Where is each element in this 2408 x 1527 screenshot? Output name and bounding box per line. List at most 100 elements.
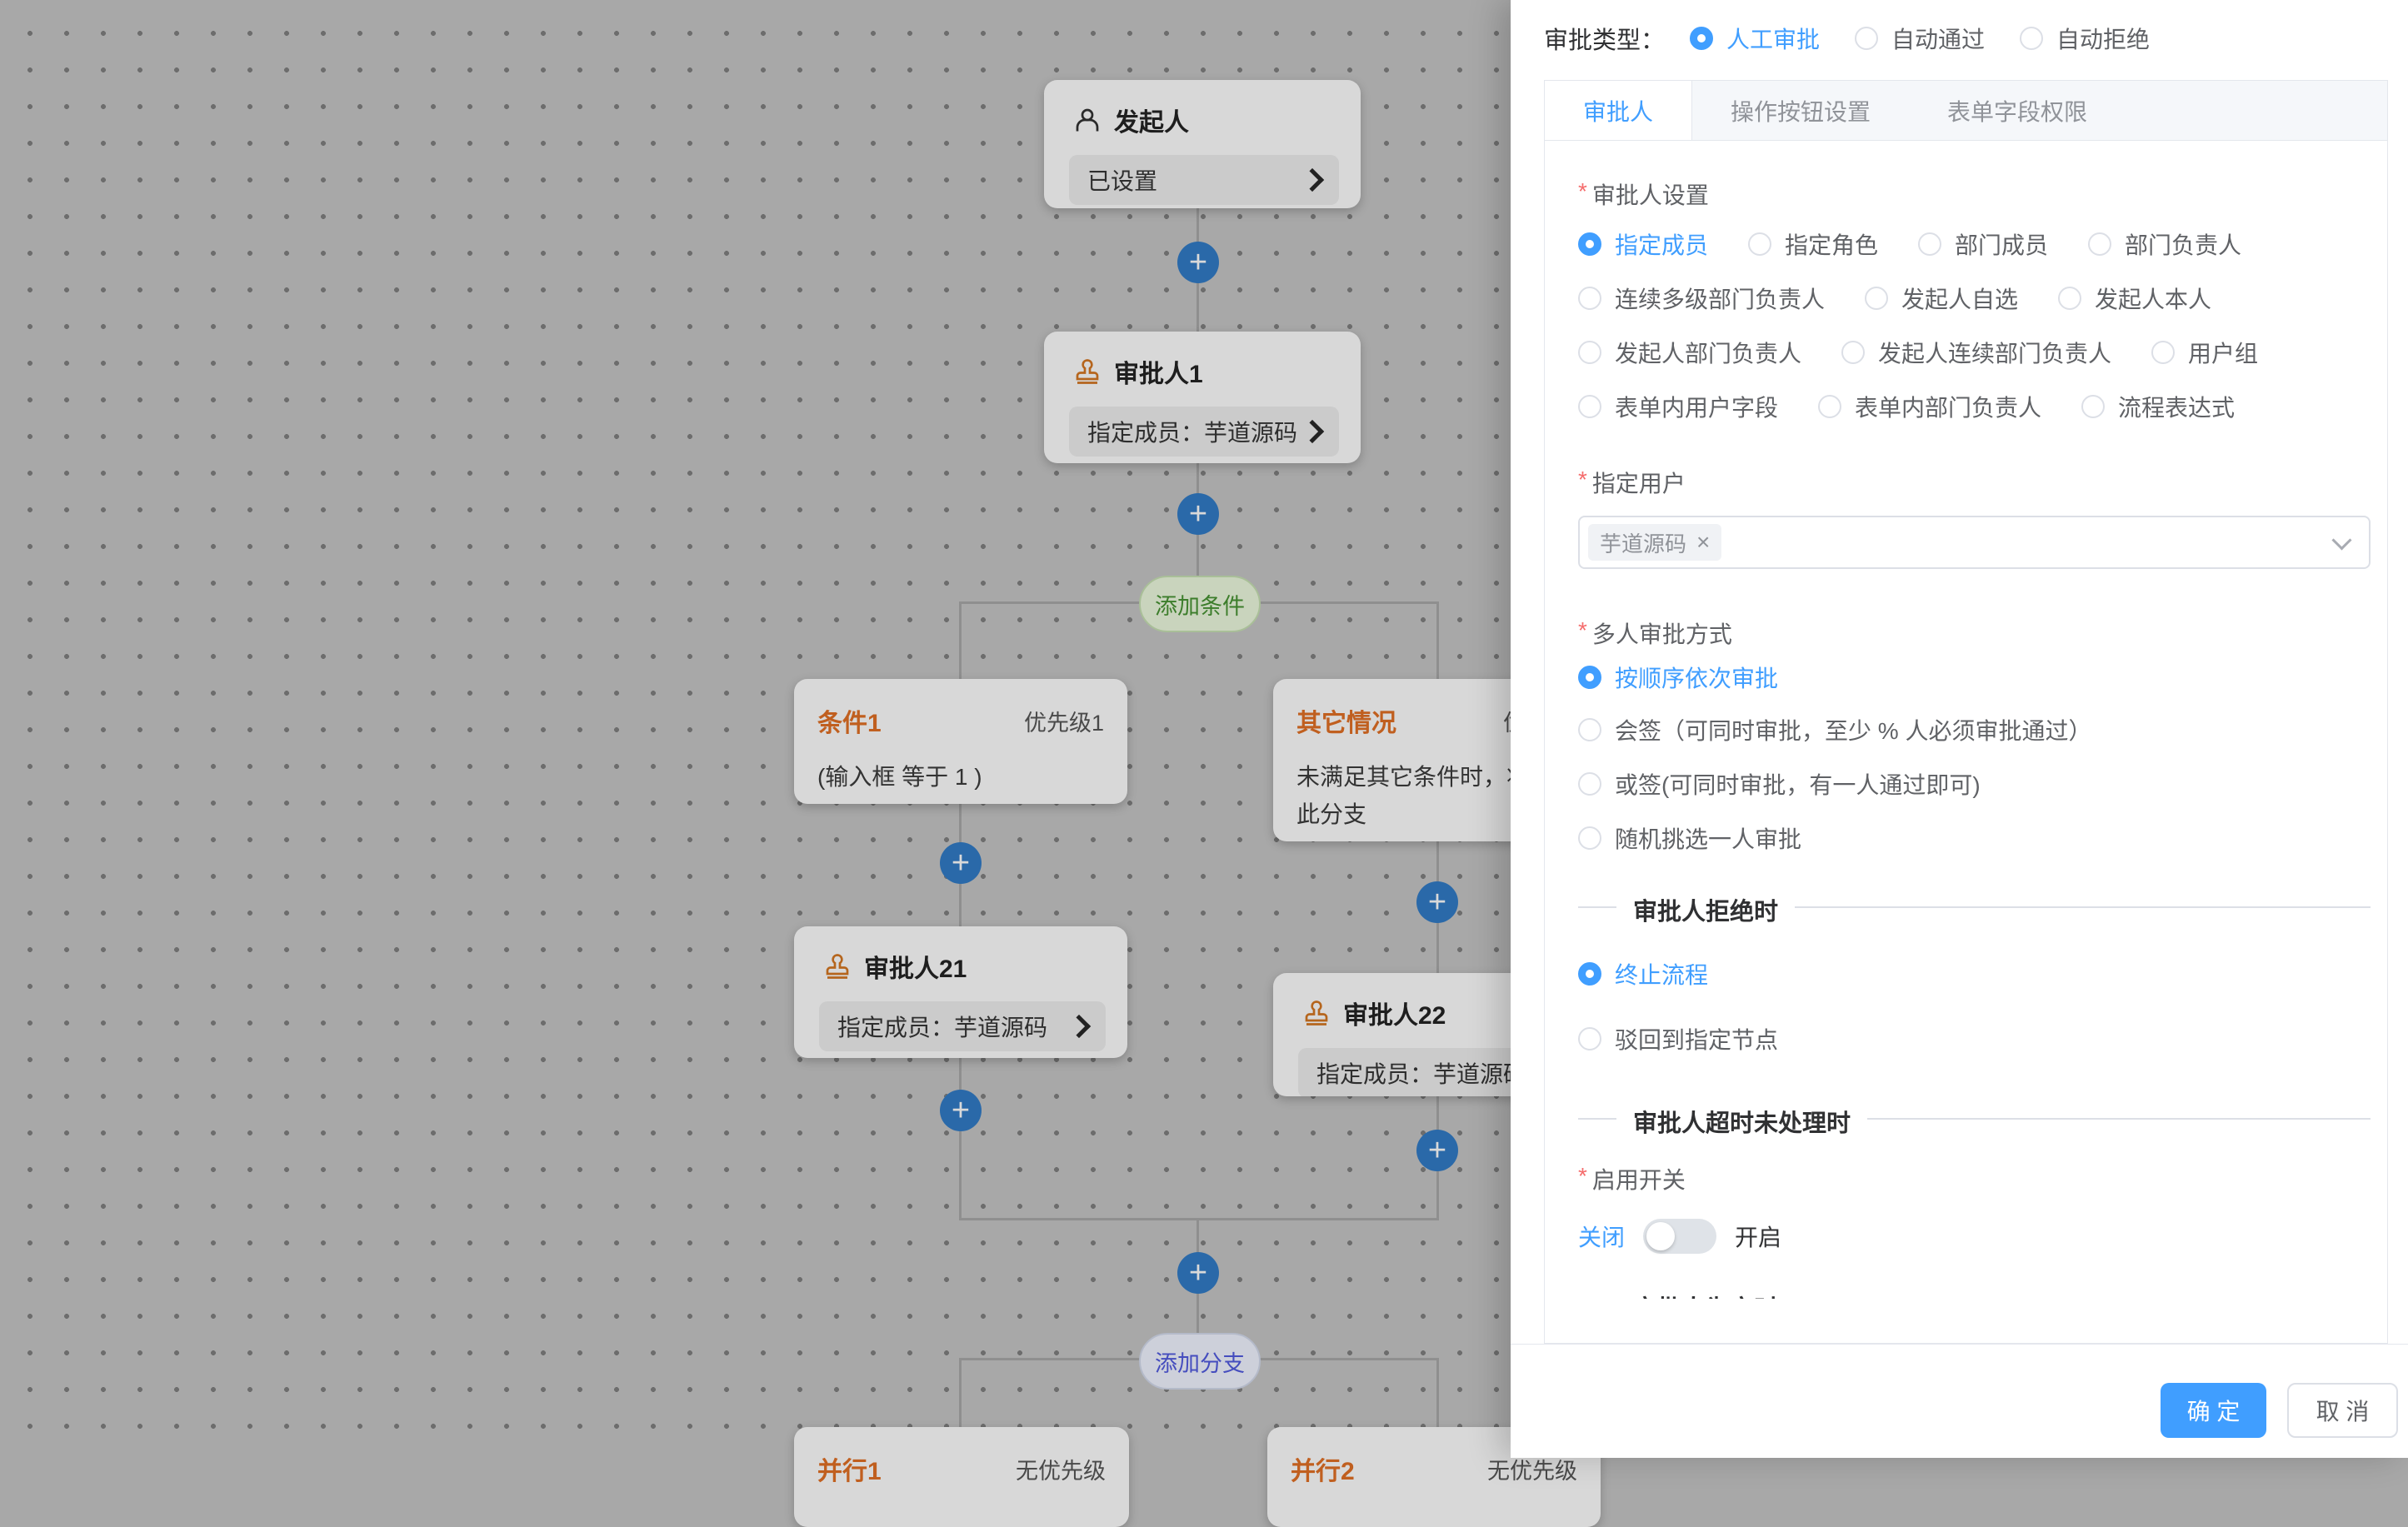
radio-option[interactable]: 发起人连续部门负责人	[1841, 336, 2111, 369]
radio-icon[interactable]	[2058, 287, 2081, 310]
node-title: 审批人22	[1343, 995, 1446, 1031]
radio-option[interactable]: 发起人部门负责人	[1578, 336, 1801, 369]
radio-icon[interactable]	[1578, 666, 1601, 689]
radio-icon[interactable]	[2020, 27, 2043, 50]
radio-icon[interactable]	[1578, 826, 1601, 850]
plus-icon: +	[1428, 886, 1446, 918]
radio-option[interactable]: 连续多级部门负责人	[1578, 282, 1825, 315]
condition-expression: (输入框 等于 1 )	[794, 739, 1127, 796]
node-config-row[interactable]: 指定成员：芋道源码	[1069, 407, 1339, 457]
cancel-button[interactable]: 取 消	[2287, 1383, 2398, 1438]
node-title: 审批人1	[1114, 353, 1203, 390]
radio-option[interactable]: 部门负责人	[2088, 227, 2241, 261]
approver21-node-card[interactable]: 审批人21 指定成员：芋道源码	[794, 926, 1127, 1058]
node-title: 审批人21	[864, 948, 967, 985]
approver-options-row: 发起人部门负责人 发起人连续部门负责人 用户组	[1578, 336, 2371, 369]
confirm-button[interactable]: 确 定	[2161, 1383, 2266, 1438]
assigned-user-select[interactable]: 芋道源码 ×	[1578, 516, 2371, 569]
add-node-button[interactable]: +	[1416, 881, 1458, 923]
tab-approver[interactable]: 审批人	[1545, 81, 1692, 140]
stamp-icon	[1301, 998, 1331, 1028]
node-summary: 已设置	[1087, 163, 1157, 197]
node-summary: 指定成员：芋道源码	[837, 1010, 1047, 1043]
radio-icon[interactable]	[2151, 341, 2175, 364]
node-config-row[interactable]: 指定成员：芋道源码	[819, 1001, 1106, 1051]
radio-icon[interactable]	[1865, 287, 1888, 310]
condition-title: 其它情况	[1296, 702, 1396, 739]
add-branch-button[interactable]: 添加分支	[1139, 1333, 1261, 1390]
radio-option[interactable]: 部门成员	[1918, 227, 2048, 261]
radio-random-one[interactable]: 随机挑选一人审批	[1578, 821, 2371, 855]
radio-sequential[interactable]: 按顺序依次审批	[1578, 661, 2371, 694]
branch-priority: 无优先级	[1016, 1453, 1106, 1485]
radio-option[interactable]: 发起人本人	[2058, 282, 2211, 315]
radio-icon[interactable]	[1578, 1027, 1601, 1050]
switch-off-label: 关闭	[1578, 1220, 1625, 1253]
radio-option[interactable]: 指定角色	[1748, 227, 1878, 261]
chevron-right-icon	[1067, 1015, 1091, 1038]
approver1-node-card[interactable]: 审批人1 指定成员：芋道源码	[1044, 332, 1361, 463]
radio-icon[interactable]	[1578, 287, 1601, 310]
add-node-button[interactable]: +	[1177, 1252, 1219, 1294]
approver-options-row: 表单内用户字段 表单内部门负责人 流程表达式	[1578, 390, 2371, 423]
radio-icon[interactable]	[1748, 232, 1771, 256]
radio-terminate-flow[interactable]: 终止流程	[1578, 957, 2371, 991]
toggle-knob	[1646, 1222, 1675, 1250]
tab-button-settings[interactable]: 操作按钮设置	[1692, 81, 1909, 140]
node-config-row[interactable]: 已设置	[1069, 155, 1339, 205]
radio-option[interactable]: 流程表达式	[2081, 390, 2235, 423]
radio-icon[interactable]	[1841, 341, 1865, 364]
radio-icon[interactable]	[1578, 395, 1601, 418]
radio-option[interactable]: 表单内部门负责人	[1818, 390, 2041, 423]
radio-icon[interactable]	[1578, 341, 1601, 364]
radio-icon[interactable]	[1578, 718, 1601, 741]
radio-icon[interactable]	[1578, 962, 1601, 986]
condition1-card[interactable]: 条件1 优先级1 (输入框 等于 1 )	[794, 679, 1127, 804]
radio-option[interactable]: 表单内用户字段	[1578, 390, 1778, 423]
parallel1-card[interactable]: 并行1 无优先级	[794, 1427, 1129, 1527]
add-node-button[interactable]: +	[1416, 1130, 1458, 1171]
radio-icon[interactable]	[2081, 395, 2105, 418]
required-asterisk: *	[1578, 177, 1587, 206]
radio-orsign[interactable]: 或签(可同时审批，有一人通过即可)	[1578, 767, 2371, 801]
add-node-button[interactable]: +	[1177, 242, 1219, 283]
stamp-icon	[822, 951, 852, 981]
radio-icon[interactable]	[1578, 772, 1601, 796]
connector-line	[1436, 601, 1439, 679]
approval-type-row: 审批类型： 人工审批 自动通过 自动拒绝	[1544, 0, 2150, 77]
radio-icon[interactable]	[1818, 395, 1841, 418]
timeout-switch-row: 关闭 开启	[1578, 1218, 2371, 1255]
radio-icon[interactable]	[1918, 232, 1941, 256]
config-tab-box: 审批人 操作按钮设置 表单字段权限 * 审批人设置 指定成员 指定角色 部门成员…	[1544, 80, 2388, 1344]
radio-option[interactable]: 用户组	[2151, 336, 2258, 369]
approval-type-label: 审批类型：	[1544, 21, 1665, 56]
tab-form-field-permission[interactable]: 表单字段权限	[1909, 81, 2126, 140]
add-node-button[interactable]: +	[940, 842, 982, 884]
add-node-button[interactable]: +	[1177, 493, 1219, 535]
radio-icon[interactable]	[1855, 27, 1878, 50]
footer-divider	[1511, 1344, 2408, 1345]
connector-line	[959, 601, 962, 679]
start-node-card[interactable]: 发起人 已设置	[1044, 80, 1361, 208]
close-icon[interactable]: ×	[1696, 531, 1710, 554]
radio-icon[interactable]	[1578, 232, 1601, 256]
radio-auto-pass[interactable]: 自动通过	[1855, 22, 1985, 55]
branch-title: 并行1	[817, 1450, 882, 1487]
plus-icon: +	[952, 1095, 970, 1126]
radio-manual-approve[interactable]: 人工审批	[1690, 22, 1820, 55]
radio-auto-reject[interactable]: 自动拒绝	[2020, 22, 2150, 55]
add-condition-label: 添加条件	[1155, 588, 1245, 621]
person-icon	[1072, 105, 1102, 135]
radio-return-to-node[interactable]: 驳回到指定节点	[1578, 1022, 2371, 1055]
section-title: 审批人为空时	[1616, 1290, 1795, 1299]
radio-option[interactable]: 指定成员	[1578, 227, 1708, 261]
add-condition-button[interactable]: 添加条件	[1139, 576, 1261, 632]
radio-countersign[interactable]: 会签（可同时审批，至少 % 人必须审批通过）	[1578, 713, 2371, 746]
add-node-button[interactable]: +	[940, 1090, 982, 1131]
enable-toggle[interactable]	[1643, 1219, 1716, 1254]
chevron-right-icon	[1301, 420, 1324, 443]
radio-option[interactable]: 发起人自选	[1865, 282, 2018, 315]
radio-icon[interactable]	[2088, 232, 2111, 256]
radio-icon[interactable]	[1690, 27, 1713, 50]
enable-switch-label: * 启用开关	[1578, 1162, 2371, 1192]
